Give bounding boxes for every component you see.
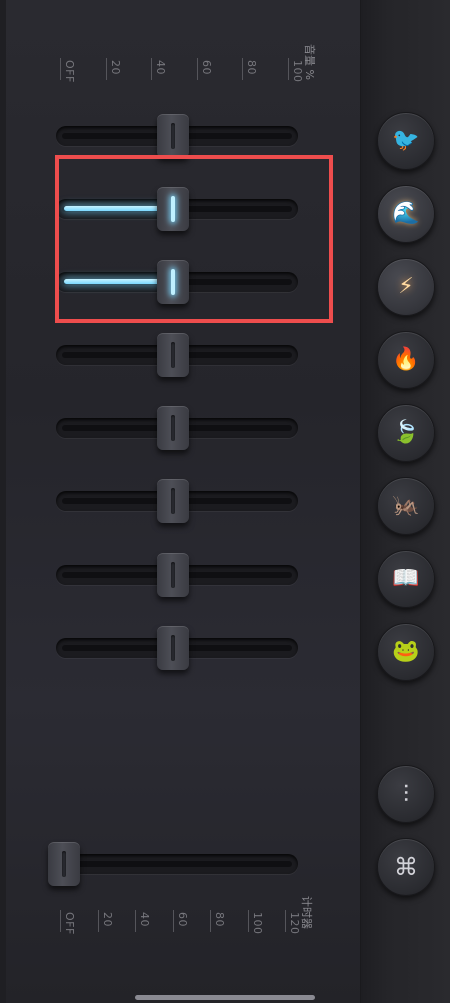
volume-slider-knob-notch [171,415,175,441]
scale-tick-line [288,58,289,80]
bird-icon: 🐦 [392,128,420,153]
scale-tick-label: 80 [245,60,258,75]
cricket-icon: 🦗 [392,493,420,518]
waves-icon: 🌊 [392,201,420,226]
volume-slider-knob[interactable] [157,406,189,450]
sound-button-campfire[interactable]: 🔥 [377,331,435,389]
mixer-panel: OFF 20 40 60 80 100 音量 % OFF 20 40 60 80 100 120 计时器 [0,0,360,1003]
volume-scale-label: 音量 % [303,44,316,80]
scale-tick-line [98,910,99,932]
scale-tick-line [60,58,61,80]
scale-tick-label: 40 [138,912,151,927]
volume-slider-knob-notch [171,488,175,514]
sound-button-bird[interactable]: 🐦 [377,112,435,170]
scale-tick-line [197,58,198,80]
scale-tick-label: 20 [109,60,122,75]
left-edge [0,0,6,1003]
volume-slider-sound-1[interactable] [56,114,298,158]
sound-button-waves[interactable]: 🌊 [377,185,435,243]
scale-tick-line [106,58,107,80]
volume-slider-knob[interactable] [157,626,189,670]
scale-tick-line [285,910,286,932]
volume-slider-knob[interactable] [157,553,189,597]
volume-slider-knob[interactable] [157,333,189,377]
timer-slider-groove [62,861,292,867]
scale-tick-line [151,58,152,80]
timer-slider-knob[interactable] [48,842,80,886]
highlight-box [55,155,333,323]
scale-tick-line [60,910,61,932]
scale-tick-label: OFF [63,912,76,935]
timer-slider-knob-notch [62,851,66,877]
scale-tick-label: 80 [213,912,226,927]
volume-slider-sound-6[interactable] [56,479,298,523]
volume-slider-sound-7[interactable] [56,553,298,597]
home-indicator [135,995,315,1000]
scale-tick-line [248,910,249,932]
timer-scale-label: 计时器 [300,896,313,929]
volume-slider-knob-notch [171,562,175,588]
frog-icon: 🐸 [392,639,420,664]
scale-tick-line [242,58,243,80]
campfire-icon: 🔥 [392,347,420,372]
sound-button-book[interactable]: 📖 [377,550,435,608]
scale-tick-label: 60 [200,60,213,75]
volume-slider-sound-4[interactable] [56,333,298,377]
scale-tick-label: 20 [101,912,114,927]
volume-slider-knob[interactable] [157,114,189,158]
sound-button-frog[interactable]: 🐸 [377,623,435,681]
volume-slider-knob-notch [171,635,175,661]
scale-tick-line [173,910,174,932]
scale-tick-label: 60 [176,912,189,927]
volume-slider-knob-notch [171,342,175,368]
scale-tick-label: 100 [251,912,264,935]
book-icon: 📖 [392,566,420,591]
equalizer-button[interactable]: ⫶ [377,765,435,823]
command-button[interactable]: ⌘ [377,838,435,896]
scale-tick-label: 40 [154,60,167,75]
command-icon: ⌘ [394,853,418,881]
scale-tick-label: OFF [63,60,76,83]
volume-slider-knob[interactable] [157,479,189,523]
scale-tick-line [135,910,136,932]
timer-scale: OFF 20 40 60 80 100 120 计时器 [60,896,313,960]
volume-scale: OFF 20 40 60 80 100 音量 % [60,44,316,108]
sound-button-leaf[interactable]: 🍃 [377,404,435,462]
equalizer-icon: ⫶ [403,780,409,808]
volume-slider-sound-5[interactable] [56,406,298,450]
volume-slider-sound-8[interactable] [56,626,298,670]
volume-slider-knob-notch [171,123,175,149]
sound-button-cricket[interactable]: 🦗 [377,477,435,535]
leaf-icon: 🍃 [392,420,420,445]
lightning-icon: ⚡ [398,274,414,299]
timer-slider[interactable] [48,842,298,886]
sound-button-lightning[interactable]: ⚡ [377,258,435,316]
scale-tick-line [210,910,211,932]
